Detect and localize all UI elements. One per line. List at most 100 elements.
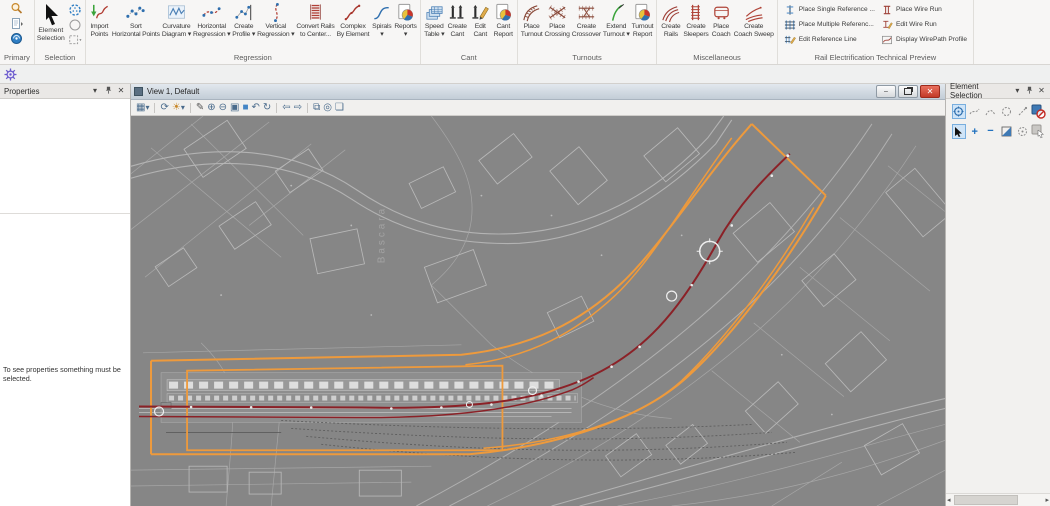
scroll-right-arrow-icon[interactable]: ▸ bbox=[1045, 496, 1049, 504]
select-none-button[interactable] bbox=[1031, 124, 1046, 139]
ribbon-group-cant: SpeedTable ▾ CreateCant EditCant CantRep… bbox=[421, 0, 518, 64]
fence-circle-button[interactable] bbox=[68, 3, 82, 17]
scrollbar-thumb[interactable] bbox=[954, 495, 1018, 505]
properties-close-icon[interactable]: ✕ bbox=[116, 86, 126, 96]
speed-table-button[interactable]: SpeedTable ▾ bbox=[423, 1, 446, 39]
quick-access-strip bbox=[0, 65, 1050, 84]
dashed-arc-icon bbox=[985, 106, 996, 117]
properties-menu-chevron-icon[interactable]: ▾ bbox=[90, 86, 100, 96]
clip-mask-icon[interactable]: ❏ bbox=[335, 101, 344, 114]
mode-arc-button[interactable] bbox=[984, 104, 998, 119]
rotate-view-icon[interactable]: ↶ bbox=[252, 101, 260, 114]
reports-button[interactable]: Reports▾ bbox=[393, 1, 417, 39]
place-wire-run-button[interactable]: Place Wire Run bbox=[881, 3, 967, 16]
invert-selection-button[interactable] bbox=[999, 124, 1013, 139]
add-to-selection-button[interactable]: + bbox=[968, 124, 982, 139]
turnout-report-button[interactable]: TurnoutReport bbox=[631, 1, 655, 39]
create-crossover-icon bbox=[576, 2, 597, 23]
zoom-out-icon[interactable]: ⊖ bbox=[219, 101, 227, 114]
create-coach-sweep-button[interactable]: CreateCoach Sweep bbox=[733, 1, 775, 39]
create-cant-button[interactable]: CreateCant bbox=[446, 1, 469, 39]
mode-ellipse-button[interactable] bbox=[999, 104, 1013, 119]
place-coach-button[interactable]: PlaceCoach bbox=[710, 1, 733, 39]
new-file-button[interactable] bbox=[9, 16, 25, 31]
circle-crosshair-icon bbox=[953, 106, 964, 117]
fit-view-icon[interactable]: ■ bbox=[242, 101, 248, 114]
circle-icon bbox=[68, 18, 82, 32]
gray-square-cursor-icon bbox=[1031, 124, 1046, 139]
cant-report-button[interactable]: CantReport bbox=[492, 1, 515, 39]
place-multiple-reference-button[interactable]: Place Multiple Referenc... bbox=[784, 18, 875, 31]
pan-view-icon[interactable]: ↻ bbox=[263, 101, 271, 114]
create-sleepers-button[interactable]: CreateSleepers bbox=[682, 1, 709, 39]
edit-wire-run-button[interactable]: Edit Wire Run bbox=[881, 18, 967, 31]
clear-selection-icon bbox=[1031, 104, 1046, 119]
clear-selection-button[interactable] bbox=[1031, 104, 1046, 119]
display-wirepath-profile-button[interactable]: Display WirePath Profile bbox=[881, 33, 967, 46]
horizontal-regression-button[interactable]: HorizontalRegression ▾ bbox=[192, 1, 231, 39]
element-selection-menu-chevron-icon[interactable]: ▾ bbox=[1013, 86, 1022, 96]
view-close-button[interactable]: ✕ bbox=[920, 85, 940, 98]
clip-volume-icon[interactable]: ◎ bbox=[323, 101, 332, 114]
element-selection-hscrollbar[interactable]: ◂ ▸ bbox=[946, 493, 1050, 506]
copy-view-icon[interactable]: ⧉ bbox=[313, 101, 320, 114]
explorer-button[interactable] bbox=[9, 1, 25, 16]
mode-polygon-button[interactable] bbox=[1015, 104, 1029, 119]
view-previous-icon[interactable]: ⇦ bbox=[282, 101, 290, 114]
update-view-icon[interactable]: ✎ bbox=[196, 101, 204, 114]
map-viewport[interactable]: Bascara bbox=[131, 116, 945, 506]
settings-gear-icon[interactable] bbox=[4, 68, 17, 81]
import-points-icon bbox=[89, 2, 110, 23]
edit-reference-line-button[interactable]: Edit Reference Line bbox=[784, 33, 875, 46]
map-canvas[interactable]: Bascara bbox=[131, 116, 945, 506]
remove-from-selection-button[interactable]: − bbox=[984, 124, 998, 139]
invert-square-icon bbox=[1001, 126, 1012, 137]
sort-points-icon bbox=[125, 2, 146, 23]
element-selection-close-icon[interactable]: ✕ bbox=[1037, 86, 1046, 96]
complex-by-element-icon bbox=[342, 2, 363, 23]
create-profile-button[interactable]: CreateProfile ▾ bbox=[231, 1, 256, 39]
view-minimize-button[interactable]: – bbox=[876, 85, 896, 98]
place-turnout-button[interactable]: PlaceTurnout bbox=[520, 1, 544, 39]
pointer-mode-button[interactable] bbox=[952, 124, 966, 139]
properties-panel: Properties ▾ ✕ To see properties somethi… bbox=[0, 84, 131, 506]
import-points-button[interactable]: ImportPoints bbox=[88, 1, 111, 39]
select-all-mode-button[interactable] bbox=[1015, 124, 1029, 139]
group-label-primary: Primary bbox=[2, 53, 32, 64]
extend-turnout-button[interactable]: ExtendTurnout ▾ bbox=[602, 1, 631, 39]
convert-rails-to-center-button[interactable]: Convert Railsto Center... bbox=[295, 1, 335, 39]
view-attributes-icon[interactable]: ⟳ bbox=[160, 101, 168, 114]
view-next-icon[interactable]: ⇨ bbox=[294, 101, 302, 114]
element-selection-pin-icon[interactable] bbox=[1025, 85, 1034, 98]
edit-cant-button[interactable]: EditCant bbox=[469, 1, 492, 39]
sort-horizontal-points-button[interactable]: SortHorizontal Points bbox=[111, 1, 161, 39]
properties-pin-icon[interactable] bbox=[103, 85, 113, 98]
element-selection-panel: Element Selection ▾ ✕ bbox=[946, 84, 1050, 506]
place-crossing-button[interactable]: PlaceCrossing bbox=[544, 1, 571, 39]
complex-by-element-button[interactable]: ComplexBy Element bbox=[336, 1, 371, 39]
spirals-button[interactable]: Spirals▾ bbox=[370, 1, 393, 39]
create-crossover-button[interactable]: CreateCrossover bbox=[571, 1, 602, 39]
block-fence-button[interactable] bbox=[68, 33, 82, 47]
create-sleepers-icon bbox=[685, 2, 706, 23]
circle-fence-button[interactable] bbox=[68, 18, 82, 32]
view-display-menu[interactable]: ▦▾ bbox=[136, 101, 149, 114]
mode-individual-button[interactable] bbox=[952, 104, 966, 119]
place-single-reference-button[interactable]: Place Single Reference ... bbox=[784, 3, 875, 16]
speed-table-icon bbox=[424, 2, 445, 23]
mode-line-button[interactable] bbox=[968, 104, 982, 119]
element-selection-button[interactable]: Element Selection bbox=[37, 1, 65, 43]
zoom-in-icon[interactable]: ⊕ bbox=[207, 101, 215, 114]
view-brightness-icon[interactable]: ☀▾ bbox=[172, 101, 185, 114]
scroll-left-arrow-icon[interactable]: ◂ bbox=[947, 496, 951, 504]
view-restore-button[interactable] bbox=[898, 85, 918, 98]
view-window-icon bbox=[134, 87, 143, 96]
window-area-icon[interactable]: ▣ bbox=[230, 101, 239, 114]
create-rails-button[interactable]: CreateRails bbox=[659, 1, 682, 39]
models-button[interactable] bbox=[9, 31, 25, 46]
properties-tree-area[interactable] bbox=[0, 99, 130, 214]
vertical-regression-button[interactable]: VerticalRegression ▾ bbox=[256, 1, 295, 39]
ribbon-group-miscellaneous: CreateRails CreateSleepers PlaceCoach Cr… bbox=[657, 0, 777, 64]
view-title-bar[interactable]: View 1, Default – ✕ bbox=[131, 84, 945, 100]
curvature-diagram-button[interactable]: CurvatureDiagram ▾ bbox=[161, 1, 192, 39]
